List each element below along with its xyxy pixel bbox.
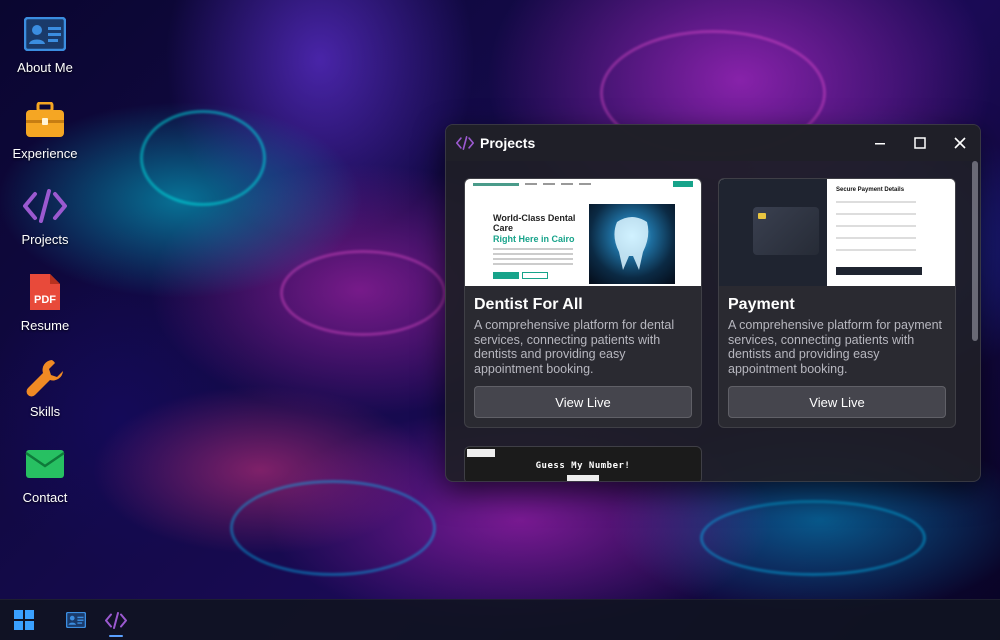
minimize-icon [875,143,885,145]
form-line [836,249,916,251]
id-card-icon [23,12,67,56]
wallpaper-swirl [140,110,266,206]
project-preview-image[interactable]: Guess My Number! [465,447,701,481]
view-live-button[interactable]: View Live [474,386,692,418]
windows-logo-icon [14,610,34,630]
project-preview-image[interactable]: World-Class Dental Care Right Here in Ca… [465,179,701,286]
form-line [836,201,916,203]
preview-highlight: Right Here in Cairo [493,234,575,244]
preview-tag [467,449,495,457]
project-card-payment: Secure Payment Details Payment A compreh… [718,178,956,428]
project-card-guess-number: Guess My Number! [464,446,702,481]
close-button[interactable] [940,125,980,161]
wallpaper-swirl [280,250,446,336]
preview-button [522,272,548,279]
window-title: Projects [480,135,536,151]
code-icon [456,136,474,150]
svg-text:PDF: PDF [34,294,56,306]
project-title: Dentist For All [474,296,583,313]
preview-heading: Guess My Number! [535,461,631,471]
project-description: A comprehensive platform for dental serv… [474,318,675,376]
view-live-button[interactable]: View Live [728,386,946,418]
minimize-button[interactable] [860,125,900,161]
maximize-icon [914,137,926,149]
taskbar-projects[interactable] [96,600,136,640]
preview-form-panel: Secure Payment Details [827,179,955,286]
preview-nav [465,179,701,189]
maximize-button[interactable] [900,125,940,161]
window-titlebar[interactable]: Projects [446,125,980,161]
code-icon [105,611,127,629]
pdf-icon: PDF [23,270,67,314]
wallpaper-swirl [700,500,926,576]
wrench-icon [23,356,67,400]
start-button[interactable] [4,600,44,640]
desktop-icon-label: Projects [21,232,69,247]
wallpaper-swirl [230,480,436,576]
desktop-icon-resume[interactable]: PDF Resume [0,264,90,350]
credit-card-graphic [753,207,819,255]
desktop-icon-label: About Me [17,60,73,75]
preview-heading: Secure Payment Details [836,187,905,193]
window-controls [860,125,980,161]
projects-list[interactable]: World-Class Dental Care Right Here in Ca… [446,161,968,481]
window-scrollbar[interactable] [970,161,978,475]
preview-pay-button [836,267,922,275]
close-icon [954,137,966,149]
desktop: About Me Experience Projects PDF Resume … [0,0,1000,640]
projects-window: Projects World-Class Dental Care Right H… [445,124,981,482]
desktop-icon-label: Skills [29,404,61,419]
preview-number-box [567,475,599,481]
desktop-icon-projects[interactable]: Projects [0,178,90,264]
desktop-icons: About Me Experience Projects PDF Resume … [0,6,90,522]
preview-card-panel [719,179,827,286]
desktop-icon-contact[interactable]: Contact [0,436,90,522]
briefcase-icon [23,98,67,142]
project-preview-image[interactable]: Secure Payment Details [719,179,955,286]
preview-button [493,272,519,279]
preview-text-lines [493,248,573,268]
taskbar [0,599,1000,640]
scrollbar-thumb[interactable] [972,161,978,341]
form-line [836,213,916,215]
envelope-icon [23,442,67,486]
desktop-icon-label: Experience [12,146,78,161]
desktop-icon-label: Contact [22,490,68,505]
desktop-icon-about-me[interactable]: About Me [0,6,90,92]
id-card-icon [66,612,86,628]
preview-heading: World-Class Dental Care [493,213,576,233]
project-title: Payment [728,296,795,313]
form-line [836,225,916,227]
taskbar-about-me[interactable] [56,600,96,640]
desktop-icon-skills[interactable]: Skills [0,350,90,436]
form-line [836,237,916,239]
project-description: A comprehensive platform for payment ser… [728,318,942,376]
project-card-dentist: World-Class Dental Care Right Here in Ca… [464,178,702,428]
tooth-image [589,204,675,284]
code-icon [23,184,67,228]
desktop-icon-label: Resume [20,318,70,333]
desktop-icon-experience[interactable]: Experience [0,92,90,178]
